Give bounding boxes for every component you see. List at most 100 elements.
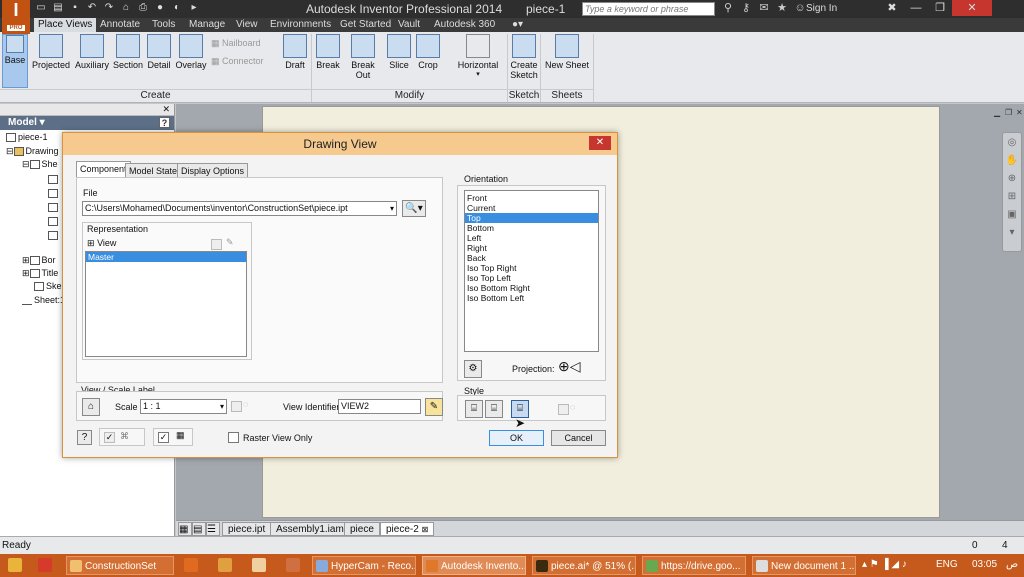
list-item-orientation[interactable]: Left [465,233,598,243]
ok-button[interactable]: OK [489,430,544,446]
tree-item-view[interactable] [48,188,60,199]
doc-tab-assembly[interactable]: Assembly1.iam [270,522,350,536]
tree-item-border[interactable]: ⊞ Bor [22,255,56,266]
list-item-orientation[interactable]: Current [465,203,598,213]
dialog-close-button[interactable]: ✕ [589,136,611,150]
file-path-combo[interactable]: C:\Users\Mohamed\Documents\inventor\Cons… [82,201,397,216]
connector-button[interactable]: ▦ Connector [211,56,264,67]
restore-view-icon[interactable]: ❐ [1005,108,1013,117]
tab-display-options[interactable]: Display Options [177,163,249,177]
tree-item-title-block[interactable]: ⊞ Title [22,268,58,279]
crop-button[interactable]: Crop [416,34,440,70]
view-identifier-input[interactable]: VIEW2 [338,399,421,414]
auxiliary-view-button[interactable]: Auxiliary [74,34,110,70]
taskbar-inventor[interactable]: Autodesk Invento... [422,556,526,575]
list-item-orientation[interactable]: Bottom [465,223,598,233]
save-icon[interactable]: ▪ [68,1,82,15]
language-indicator[interactable]: ENG [936,559,958,570]
tree-item-view[interactable] [48,216,60,227]
view-face-icon[interactable]: ▣ [1004,209,1020,223]
sign-in-link[interactable]: Sign In [806,3,837,14]
representation-list[interactable]: Master [85,251,247,357]
section-view-button[interactable]: Section [112,34,144,70]
steering-wheel-icon[interactable]: ◎ [1004,137,1020,151]
taskbar-new-document[interactable]: New document 1 ... [752,556,856,575]
browser-title-bar[interactable]: Model ▾ ? [0,116,174,130]
tree-item-view[interactable] [48,230,60,241]
doc-tab-piece-ipt[interactable]: piece.ipt [222,522,272,536]
filezilla-icon[interactable] [38,558,52,572]
subscription-icon[interactable]: ✉ [757,1,771,15]
tab-annotate[interactable]: Annotate [96,18,144,32]
tab-model-state[interactable]: Model State [125,163,182,177]
list-item-orientation[interactable]: Front [465,193,598,203]
zoom-window-icon[interactable]: ⊞ [1004,191,1020,205]
tree-item-view[interactable] [48,202,60,213]
list-item-orientation[interactable]: Back [465,253,598,263]
list-item-master[interactable]: Master [86,252,246,262]
edit-view-label-button[interactable]: ⌂ [82,398,100,416]
app-icon[interactable] [252,558,266,572]
maximize-button[interactable]: ❐ [928,0,952,16]
navbar-options-icon[interactable]: ▾ [1004,227,1020,241]
tree-item-sheet-1[interactable]: Sheet:1 [22,295,65,306]
appearance-icon[interactable]: ◐ [170,1,184,15]
hidden-line-button[interactable]: ⌸ [465,400,483,418]
firefox-icon[interactable] [184,558,198,572]
close-icon[interactable]: ✕ [162,104,170,115]
close-view-icon[interactable]: ✕ [1016,108,1024,117]
tab-environments[interactable]: Environments [266,18,335,32]
taskbar-constructionset[interactable]: ConstructionSet [66,556,174,575]
print-icon[interactable]: ⎙ [136,1,150,15]
taskbar-illustrator[interactable]: piece.ai* @ 51% (... [532,556,636,575]
doc-tab-piece[interactable]: piece [344,522,380,536]
zoom-icon[interactable]: ⊕ [1004,173,1020,187]
tree-item-view[interactable] [48,174,60,185]
edit-label-button[interactable]: ✎ [425,398,443,416]
new-file-icon[interactable]: ▭ [34,1,48,15]
star-icon[interactable]: ★ [775,1,789,15]
create-sketch-button[interactable]: Create Sketch [510,34,538,80]
ribbon-options-icon[interactable]: ●▾ [508,18,527,32]
open-folder-icon[interactable]: ▤ [51,1,65,15]
list-item-orientation[interactable]: Iso Bottom Left [465,293,598,303]
user-icon[interactable]: ☺ [793,1,807,15]
tab-place-views[interactable]: Place Views [34,18,97,32]
tab-manage[interactable]: Manage [185,18,229,32]
app-menu-button[interactable]: I PRO [2,0,30,34]
doc-tab-piece-2[interactable]: piece-2 ⊠ [380,522,435,536]
detail-view-button[interactable]: Detail [145,34,173,70]
tab-vault[interactable]: Vault [394,18,424,32]
undo-icon[interactable]: ↶ [85,1,99,15]
taskbar-hypercam[interactable]: HyperCam - Reco... [312,556,416,575]
tree-item-sketch[interactable]: Ske [34,281,62,292]
orientation-list[interactable]: Front Current Top Bottom Left Right Back Iso To… [464,190,599,352]
custom-view-button[interactable]: ⚙ [464,360,482,378]
measure-icon[interactable]: ▸ [187,1,201,15]
projected-view-button[interactable]: Projected [31,34,71,70]
tab-component[interactable]: Component [76,161,131,177]
open-file-button[interactable]: 🔍▾ [402,200,426,217]
cascade-icon[interactable]: ▤ [192,522,206,536]
close-icon[interactable]: ⊠ [422,525,429,534]
cancel-button[interactable]: Cancel [551,430,606,446]
nailboard-button[interactable]: ▦ Nailboard [211,38,261,49]
list-icon[interactable]: ☰ [206,522,220,536]
tile-icon[interactable]: ▦ [178,522,192,536]
tree-item-piece[interactable]: piece-1 [6,132,48,143]
home-icon[interactable]: ⌂ [119,1,133,15]
projection-symbol-icon[interactable]: ⊕◁ [558,358,581,375]
help-button[interactable]: ? [77,430,92,445]
list-item-orientation[interactable]: Iso Bottom Right [465,283,598,293]
hidden-line-removed-button[interactable]: ⌸ [485,400,503,418]
tree-item-drawing[interactable]: ⊟ Drawing [6,146,59,157]
start-icon[interactable] [8,558,22,572]
app-icon[interactable] [218,558,232,572]
grid-icon[interactable]: ▦ [176,430,185,441]
new-sheet-button[interactable]: New Sheet [544,34,590,70]
break-button[interactable]: Break [315,34,341,70]
tab-autodesk-360[interactable]: Autodesk 360 [430,18,499,32]
close-button[interactable]: ✕ [952,0,992,16]
dialog-title-bar[interactable]: Drawing View ✕ [63,133,617,155]
overlay-view-button[interactable]: Overlay [175,34,207,70]
